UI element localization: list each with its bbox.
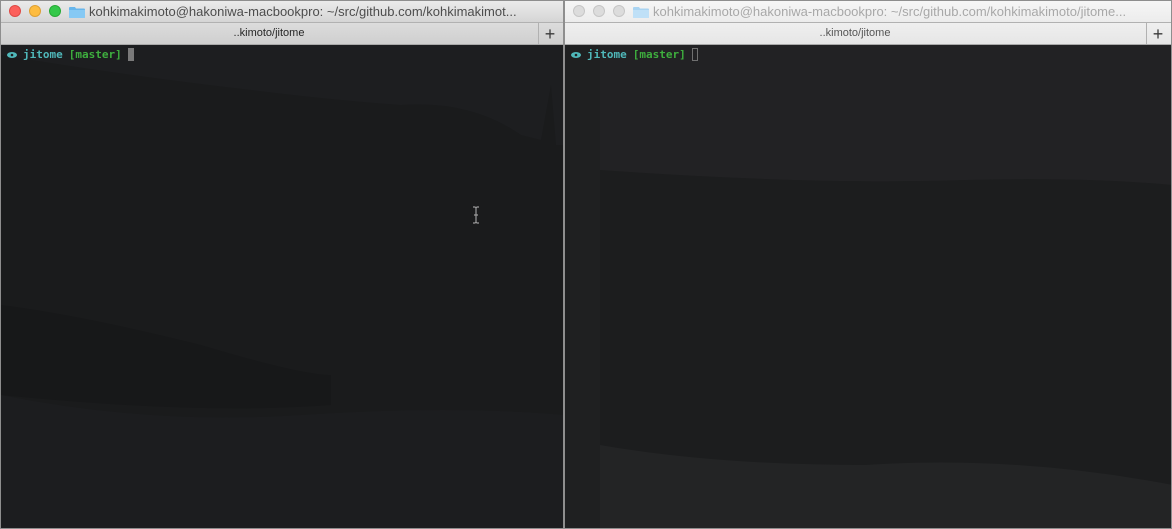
window-title-text: kohkimakimoto@hakoniwa-macbookpro: ~/src… (653, 4, 1127, 19)
terminal-content[interactable]: jitome [master] (565, 45, 1171, 528)
shell-prompt: jitome [master] (571, 48, 698, 61)
prompt-git-branch: [master] (68, 48, 122, 61)
tab-jitome[interactable]: ..kimoto/jitome (1, 27, 537, 39)
terminal-window-left[interactable]: kohkimakimoto@hakoniwa-macbookpro: ~/src… (0, 0, 564, 529)
minimize-button[interactable] (593, 5, 605, 17)
prompt-directory: jitome (587, 48, 627, 61)
plus-icon: + (1152, 23, 1164, 44)
folder-icon (633, 6, 649, 18)
new-tab-button[interactable]: + (538, 23, 561, 44)
zoom-button[interactable] (613, 5, 625, 17)
window-title: kohkimakimoto@hakoniwa-macbookpro: ~/src… (633, 4, 1169, 19)
zoom-button[interactable] (49, 5, 61, 17)
traffic-lights (573, 5, 625, 17)
folder-icon (69, 6, 85, 18)
close-button[interactable] (573, 5, 585, 17)
window-title-text: kohkimakimoto@hakoniwa-macbookpro: ~/src… (89, 4, 517, 19)
window-title: kohkimakimoto@hakoniwa-macbookpro: ~/src… (69, 4, 559, 19)
background-image (565, 45, 1171, 528)
prompt-git-branch: [master] (632, 48, 686, 61)
shell-prompt: jitome [master] (7, 48, 134, 61)
tab-bar: ..kimoto/jitome + (1, 23, 563, 45)
traffic-lights (9, 5, 61, 17)
plus-icon: + (544, 23, 556, 44)
title-bar[interactable]: kohkimakimoto@hakoniwa-macbookpro: ~/src… (1, 1, 563, 23)
minimize-button[interactable] (29, 5, 41, 17)
tab-jitome[interactable]: ..kimoto/jitome (565, 27, 1145, 39)
text-cursor (127, 48, 134, 61)
terminal-content[interactable]: jitome [master] (1, 45, 563, 528)
background-image (1, 55, 563, 528)
eye-icon (7, 51, 17, 58)
new-tab-button[interactable]: + (1146, 23, 1169, 44)
prompt-directory: jitome (23, 48, 63, 61)
text-cursor (691, 48, 698, 61)
ibeam-cursor-icon (473, 206, 479, 224)
close-button[interactable] (9, 5, 21, 17)
terminal-window-right[interactable]: kohkimakimoto@hakoniwa-macbookpro: ~/src… (564, 0, 1172, 529)
tab-bar: ..kimoto/jitome + (565, 23, 1171, 45)
title-bar[interactable]: kohkimakimoto@hakoniwa-macbookpro: ~/src… (565, 1, 1171, 23)
eye-icon (571, 51, 581, 58)
